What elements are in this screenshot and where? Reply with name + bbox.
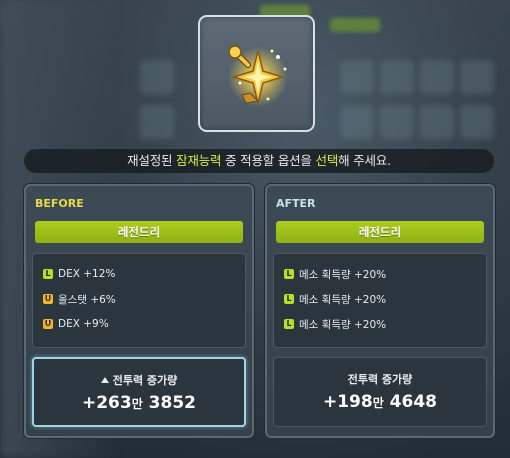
instruction-post: 해 주세요. — [338, 153, 391, 168]
before-option-card[interactable]: BEFORE 레전드리 L DEX +12% U 올스탯 +6% U DEX +… — [24, 184, 254, 438]
before-grade-bar: 레전드리 — [35, 221, 243, 243]
background-slot — [340, 105, 374, 139]
after-power-unit: 만 — [372, 396, 384, 410]
background-slot — [460, 60, 494, 94]
instruction-mid: 중 적용할 옵션을 — [221, 153, 316, 168]
before-power-value-main: +263 — [81, 393, 132, 413]
before-option-line-2: U 올스탯 +6% — [43, 292, 116, 306]
before-power-label: 전투력 증가량 — [34, 372, 244, 388]
legendary-badge-icon: L — [284, 269, 294, 279]
before-option-3-text: DEX +9% — [58, 318, 109, 330]
after-power-value-rest: 4648 — [383, 392, 437, 412]
background-slot — [380, 60, 414, 94]
instruction-pre: 재설정된 — [127, 153, 177, 168]
after-power-label: 전투력 증가량 — [347, 373, 413, 386]
after-power-box: 전투력 증가량 +198만 4648 — [273, 357, 487, 427]
unique-badge-icon: U — [43, 294, 53, 304]
legendary-ring-icon — [228, 45, 288, 107]
unique-badge-icon: U — [43, 319, 53, 329]
legendary-badge-icon: L — [43, 269, 53, 279]
after-option-line-3: L 메소 획득량 +20% — [284, 317, 386, 331]
after-option-line-1: L 메소 획득량 +20% — [284, 267, 386, 281]
legendary-badge-icon: L — [284, 319, 294, 329]
background-slot — [420, 105, 454, 139]
background-slot — [460, 105, 494, 139]
after-option-2-text: 메소 획득량 +20% — [299, 293, 387, 306]
instruction-highlight-select: 선택 — [315, 153, 339, 168]
arrow-up-icon — [100, 377, 109, 383]
after-option-1-text: 메소 획득량 +20% — [299, 268, 387, 281]
after-option-card[interactable]: AFTER 레전드리 L 메소 획득량 +20% L 메소 획득량 +20% L… — [265, 184, 495, 438]
before-power-value: +263만 3852 — [34, 393, 244, 413]
before-option-1-text: DEX +12% — [58, 268, 116, 280]
instruction-highlight-potential: 잠재능력 — [176, 153, 222, 168]
after-power-value: +198만 4648 — [274, 392, 486, 412]
after-power-value-main: +198 — [322, 392, 373, 412]
before-title: BEFORE — [35, 197, 84, 210]
before-power-value-rest: 3852 — [142, 393, 196, 413]
before-power-box: 전투력 증가량 +263만 3852 — [32, 357, 246, 427]
background-slot — [380, 105, 414, 139]
background-highlight — [330, 18, 380, 32]
after-title: AFTER — [276, 197, 316, 210]
after-grade-bar: 레전드리 — [276, 221, 484, 243]
legendary-badge-icon: L — [284, 294, 294, 304]
before-option-line-1: L DEX +12% — [43, 267, 115, 281]
after-option-line-2: L 메소 획득량 +20% — [284, 292, 386, 306]
background-slot — [420, 60, 454, 94]
before-power-label-text: 전투력 증가량 — [112, 374, 178, 387]
before-option-2-text: 올스탯 +6% — [58, 293, 116, 306]
before-option-line-3: U DEX +9% — [43, 317, 109, 331]
after-option-3-text: 메소 획득량 +20% — [299, 318, 387, 331]
background-slot — [340, 60, 374, 94]
background-slot — [140, 60, 174, 94]
after-options-list: L 메소 획득량 +20% L 메소 획득량 +20% L 메소 획득량 +20… — [273, 253, 487, 348]
background-slot — [140, 105, 174, 139]
before-power-unit: 만 — [131, 397, 143, 411]
instruction-text: 재설정된 잠재능력 중 적용할 옵션을 선택해 주세요. — [24, 149, 494, 173]
before-options-list: L DEX +12% U 올스탯 +6% U DEX +9% — [32, 253, 246, 348]
item-icon-frame — [198, 15, 315, 132]
